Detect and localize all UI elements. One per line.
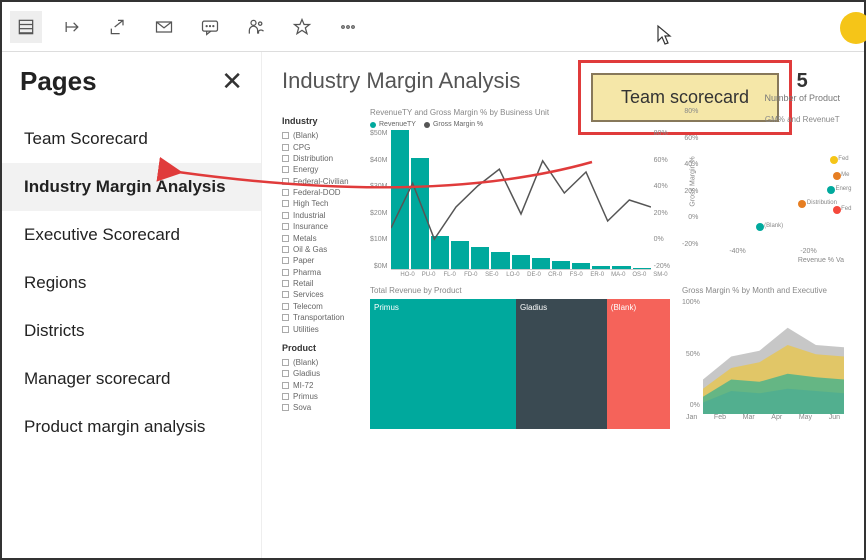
- treemap-chart[interactable]: Total Revenue by Product PrimusGladius(B…: [370, 286, 670, 429]
- comment-icon[interactable]: [194, 11, 226, 43]
- checkbox-icon[interactable]: [282, 314, 289, 321]
- filter-item[interactable]: Oil & Gas: [282, 244, 362, 255]
- combo-chart[interactable]: RevenueTY and Gross Margin % by Business…: [370, 108, 670, 278]
- legend-label: Gross Margin %: [433, 121, 483, 128]
- filter-item[interactable]: Federal-Civilian: [282, 176, 362, 187]
- area-chart-title: Gross Margin % by Month and Executive: [682, 286, 844, 295]
- share-icon[interactable]: [102, 11, 134, 43]
- filter-item[interactable]: Paper: [282, 255, 362, 266]
- checkbox-icon[interactable]: [282, 257, 289, 264]
- report-title: Industry Margin Analysis: [282, 68, 520, 94]
- filter-item[interactable]: Sova: [282, 402, 362, 413]
- filter-item[interactable]: Energy: [282, 164, 362, 175]
- page-item-manager-scorecard[interactable]: Manager scorecard: [20, 355, 243, 403]
- checkbox-icon[interactable]: [282, 291, 289, 298]
- filter-item[interactable]: (Blank): [282, 130, 362, 141]
- checkbox-icon[interactable]: [282, 246, 289, 253]
- filter-industry-title: Industry: [282, 116, 362, 126]
- checkbox-icon[interactable]: [282, 382, 289, 389]
- area-chart[interactable]: Gross Margin % by Month and Executive 10…: [682, 286, 844, 429]
- filter-item[interactable]: MI-72: [282, 380, 362, 391]
- go-icon[interactable]: [56, 11, 88, 43]
- kpi-value: 5: [764, 70, 840, 93]
- filter-item[interactable]: Industrial: [282, 210, 362, 221]
- filter-item[interactable]: (Blank): [282, 357, 362, 368]
- checkbox-icon[interactable]: [282, 200, 289, 207]
- filter-item[interactable]: Federal-DOD: [282, 187, 362, 198]
- page-item-executive-scorecard[interactable]: Executive Scorecard: [20, 211, 243, 259]
- star-icon[interactable]: [286, 11, 318, 43]
- report-canvas: Industry Margin Analysis Team scorecard …: [262, 52, 864, 558]
- pages-sidebar: Pages ✕ Team Scorecard Industry Margin A…: [2, 52, 262, 558]
- mail-icon[interactable]: [148, 11, 180, 43]
- checkbox-icon[interactable]: [282, 178, 289, 185]
- page-item-product-margin[interactable]: Product margin analysis: [20, 403, 243, 451]
- checkbox-icon[interactable]: [282, 144, 289, 151]
- cursor-icon: [656, 24, 674, 51]
- filter-item[interactable]: Metals: [282, 232, 362, 243]
- scatter-chart[interactable]: Gross Margin % 80%60%40%20%0%-20% FedMeE…: [682, 108, 844, 278]
- axis-label: Gross Margin %: [690, 156, 697, 206]
- checkbox-icon[interactable]: [282, 155, 289, 162]
- kpi-label: Number of Product: [764, 93, 840, 103]
- checkbox-icon[interactable]: [282, 404, 289, 411]
- expand-icon[interactable]: [10, 11, 42, 43]
- filter-item[interactable]: Retail: [282, 278, 362, 289]
- checkbox-icon[interactable]: [282, 212, 289, 219]
- filter-item[interactable]: Transportation: [282, 312, 362, 323]
- page-item-team-scorecard[interactable]: Team Scorecard: [20, 115, 243, 163]
- legend-label: RevenueTY: [379, 121, 416, 128]
- checkbox-icon[interactable]: [282, 280, 289, 287]
- treemap-title: Total Revenue by Product: [370, 286, 670, 295]
- more-icon[interactable]: [332, 11, 364, 43]
- page-item-industry-margin[interactable]: Industry Margin Analysis: [2, 163, 261, 211]
- sidebar-title: Pages: [20, 66, 97, 97]
- checkbox-icon[interactable]: [282, 370, 289, 377]
- filter-item[interactable]: CPG: [282, 141, 362, 152]
- filter-item[interactable]: Distribution: [282, 153, 362, 164]
- checkbox-icon[interactable]: [282, 132, 289, 139]
- checkbox-icon[interactable]: [282, 326, 289, 333]
- checkbox-icon[interactable]: [282, 393, 289, 400]
- checkbox-icon[interactable]: [282, 359, 289, 366]
- filter-item[interactable]: Gladius: [282, 368, 362, 379]
- checkbox-icon[interactable]: [282, 223, 289, 230]
- filter-item[interactable]: Insurance: [282, 221, 362, 232]
- page-item-districts[interactable]: Districts: [20, 307, 243, 355]
- checkbox-icon[interactable]: [282, 189, 289, 196]
- checkbox-icon[interactable]: [282, 235, 289, 242]
- page-item-regions[interactable]: Regions: [20, 259, 243, 307]
- checkbox-icon[interactable]: [282, 269, 289, 276]
- app-toolbar: [2, 2, 864, 52]
- filter-item[interactable]: Services: [282, 289, 362, 300]
- filter-item[interactable]: Pharma: [282, 267, 362, 278]
- filter-product-title: Product: [282, 343, 362, 353]
- filter-item[interactable]: High Tech: [282, 198, 362, 209]
- axis-label: Revenue % Va: [682, 257, 844, 264]
- filter-item[interactable]: Primus: [282, 391, 362, 402]
- close-icon[interactable]: ✕: [221, 66, 243, 97]
- checkbox-icon[interactable]: [282, 303, 289, 310]
- filter-item[interactable]: Utilities: [282, 323, 362, 334]
- avatar[interactable]: [840, 12, 866, 44]
- teams-icon[interactable]: [240, 11, 272, 43]
- filter-pane: Industry (Blank)CPGDistributionEnergyFed…: [282, 108, 362, 429]
- filter-item[interactable]: Telecom: [282, 301, 362, 312]
- checkbox-icon[interactable]: [282, 166, 289, 173]
